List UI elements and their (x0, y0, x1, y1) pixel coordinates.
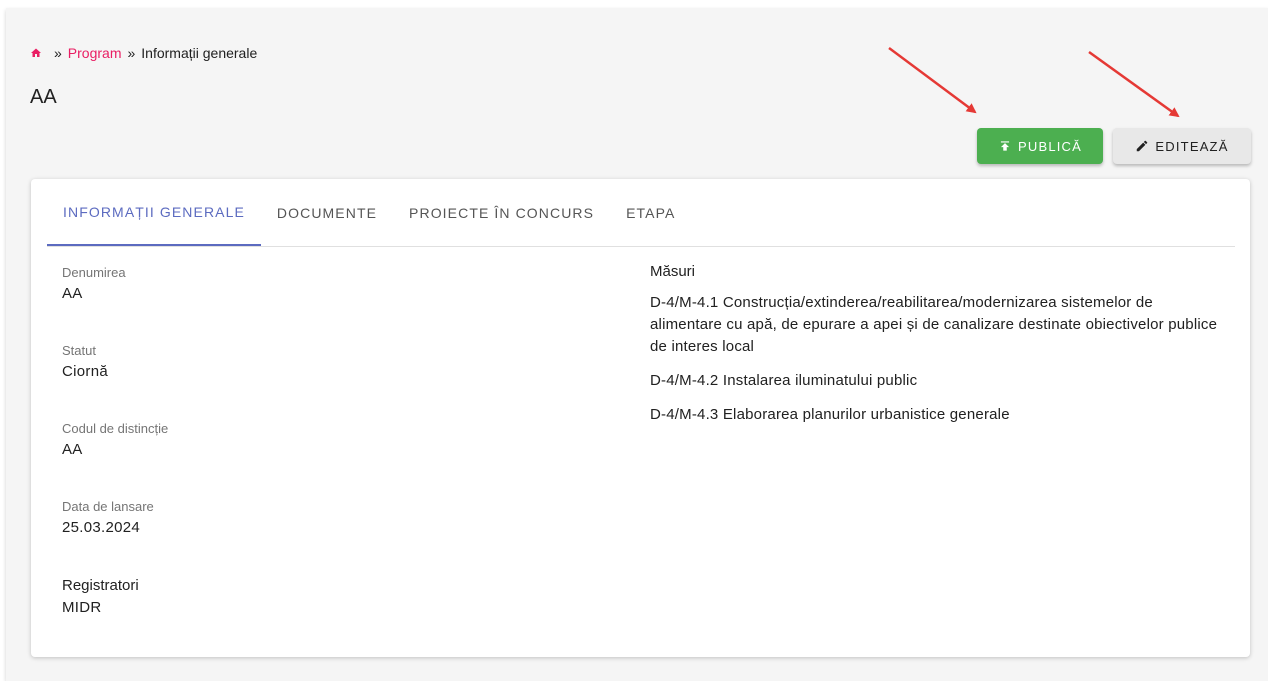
field-label: Data de lansare (62, 499, 154, 514)
field-value: AA (62, 285, 83, 302)
field-value: 25.03.2024 (62, 519, 141, 536)
publish-button-label: PUBLICĂ (1017, 138, 1083, 154)
tab-stage[interactable]: ETAPA (610, 179, 691, 246)
page-title: AA (30, 86, 57, 108)
field-label: Denumirea (62, 265, 126, 280)
breadcrumb-separator: » (54, 45, 62, 61)
field-distinction-code: Codul de distincție AA (62, 421, 168, 458)
field-status: Statut Ciornă (62, 343, 108, 380)
details-card: INFORMAȚII GENERALE DOCUMENTE PROIECTE Î… (31, 179, 1250, 657)
pencil-icon (1137, 140, 1148, 152)
field-label: Registratori (62, 577, 139, 594)
measure-item: D-4/M-4.3 Elaborarea planurilor urbanist… (650, 406, 1010, 423)
field-registrars: Registratori MIDR (62, 577, 139, 616)
edit-button-label: EDITEAZĂ (1155, 138, 1229, 154)
breadcrumb-link-program[interactable]: Program (68, 45, 122, 61)
field-value: AA (62, 441, 83, 458)
tab-projects-in-contest[interactable]: PROIECTE ÎN CONCURS (393, 179, 610, 246)
measure-item: D-4/M-4.2 Instalarea iluminatului public (650, 372, 918, 389)
field-name: Denumirea AA (62, 265, 126, 302)
home-icon[interactable] (30, 47, 42, 59)
tab-documents[interactable]: DOCUMENTE (261, 179, 393, 246)
field-value: Ciornă (62, 363, 108, 380)
field-label: Statut (62, 343, 96, 358)
breadcrumb-separator: » (127, 45, 136, 61)
field-launch-date: Data de lansare 25.03.2024 (62, 499, 154, 536)
publish-upload-icon (1000, 141, 1010, 151)
field-label: Codul de distincție (62, 421, 169, 436)
publish-button[interactable]: PUBLICĂ (977, 128, 1103, 164)
measures-heading: Măsuri (650, 263, 696, 280)
breadcrumb-current: Informații generale (141, 45, 258, 61)
measures-section: Măsuri D-4/M-4.1 Construcția/extinderea/… (650, 263, 1225, 426)
tab-bar: INFORMAȚII GENERALE DOCUMENTE PROIECTE Î… (47, 179, 1235, 247)
breadcrumb: » Program » Informații generale (30, 45, 257, 61)
field-value: MIDR (62, 599, 102, 616)
page-background: » Program » Informații generale AA PUBLI… (6, 8, 1268, 681)
tab-general-info[interactable]: INFORMAȚII GENERALE (47, 179, 261, 246)
edit-button[interactable]: EDITEAZĂ (1113, 128, 1251, 164)
measure-item: D-4/M-4.1 Construcția/extinderea/reabili… (650, 294, 1218, 355)
